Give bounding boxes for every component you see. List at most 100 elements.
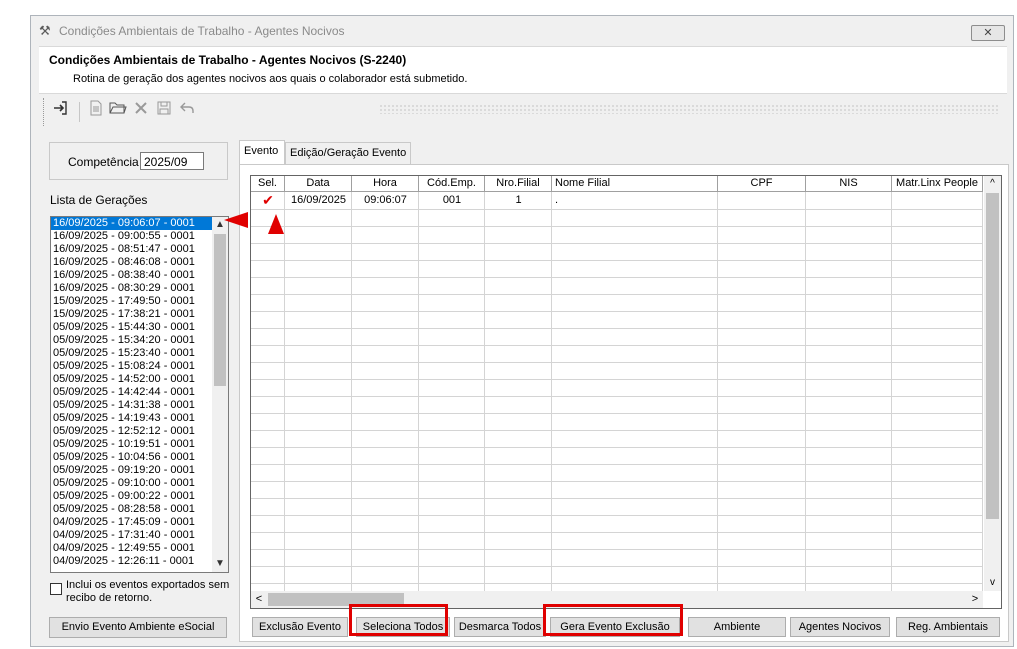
- list-item[interactable]: 05/09/2025 - 09:10:00 - 0001: [51, 477, 228, 490]
- list-item[interactable]: 04/09/2025 - 17:45:09 - 0001: [51, 516, 228, 529]
- grid-cell-nro-filial[interactable]: 1: [485, 192, 552, 209]
- grid-hline: [251, 294, 983, 295]
- competencia-input[interactable]: 2025/09: [140, 152, 204, 170]
- grid-scroll-down-icon[interactable]: v: [984, 575, 1001, 591]
- grid-hline: [251, 243, 983, 244]
- grid-hline: [251, 447, 983, 448]
- list-item[interactable]: 05/09/2025 - 14:52:00 - 0001: [51, 373, 228, 386]
- toolbar-grip[interactable]: [43, 98, 46, 126]
- events-grid[interactable]: Sel. Data Hora Cód.Emp. Nro.Filial Nome Filia…: [250, 175, 1002, 609]
- exit-icon[interactable]: [49, 100, 71, 122]
- annotation-arrow-left-icon: [224, 212, 248, 228]
- list-item[interactable]: 05/09/2025 - 14:19:43 - 0001: [51, 412, 228, 425]
- grid-hline: [251, 566, 983, 567]
- toolbar-pattern: [379, 104, 999, 114]
- list-item[interactable]: 16/09/2025 - 09:00:55 - 0001: [51, 230, 228, 243]
- scroll-down-icon[interactable]: ▼: [212, 556, 228, 572]
- list-item[interactable]: 04/09/2025 - 12:26:11 - 0001: [51, 555, 228, 568]
- open-folder-icon[interactable]: [107, 100, 129, 122]
- window-title: Condições Ambientais de Trabalho - Agent…: [59, 24, 345, 38]
- close-button[interactable]: ✕: [971, 25, 1005, 41]
- grid-vertical-scrollbar[interactable]: ^ v: [984, 176, 1001, 591]
- scroll-thumb[interactable]: [214, 234, 226, 386]
- grid-header-data[interactable]: Data: [285, 176, 352, 192]
- main-window: ⚒ Condições Ambientais de Trabalho - Age…: [30, 15, 1014, 647]
- grid-hline: [251, 260, 983, 261]
- undo-icon[interactable]: [176, 100, 198, 122]
- ambiente-button[interactable]: Ambiente: [688, 617, 786, 637]
- header-title: Condições Ambientais de Trabalho - Agent…: [49, 53, 407, 67]
- list-item[interactable]: 04/09/2025 - 17:31:40 - 0001: [51, 529, 228, 542]
- inclui-eventos-checkbox[interactable]: [50, 583, 62, 595]
- delete-icon[interactable]: [130, 100, 152, 122]
- reg-ambientais-button[interactable]: Reg. Ambientais: [896, 617, 1000, 637]
- list-item[interactable]: 16/09/2025 - 08:46:08 - 0001: [51, 256, 228, 269]
- list-item[interactable]: 05/09/2025 - 15:23:40 - 0001: [51, 347, 228, 360]
- header-subtitle: Rotina de geração dos agentes nocivos ao…: [73, 73, 468, 85]
- title-bar[interactable]: ⚒ Condições Ambientais de Trabalho - Age…: [31, 16, 1013, 46]
- grid-cell-cod-emp[interactable]: 001: [419, 192, 485, 209]
- agentes-nocivos-button[interactable]: Agentes Nocivos: [790, 617, 890, 637]
- grid-hline: [251, 515, 983, 516]
- list-item[interactable]: 15/09/2025 - 17:38:21 - 0001: [51, 308, 228, 321]
- grid-cell-cpf[interactable]: [718, 192, 806, 209]
- grid-header-hora[interactable]: Hora: [352, 176, 419, 192]
- tab-evento[interactable]: Evento: [239, 140, 285, 164]
- grid-hline: [251, 532, 983, 533]
- grid-hline: [251, 362, 983, 363]
- list-scrollbar[interactable]: ▲ ▼: [212, 217, 228, 572]
- lista-geracoes-listbox[interactable]: 16/09/2025 - 09:06:07 - 0001 16/09/2025 -…: [50, 216, 229, 573]
- list-item[interactable]: 05/09/2025 - 15:08:24 - 0001: [51, 360, 228, 373]
- list-item[interactable]: 05/09/2025 - 12:52:12 - 0001: [51, 425, 228, 438]
- list-item[interactable]: 05/09/2025 - 08:28:58 - 0001: [51, 503, 228, 516]
- list-item[interactable]: 05/09/2025 - 09:00:22 - 0001: [51, 490, 228, 503]
- grid-cell-nis[interactable]: [806, 192, 892, 209]
- grid-header-nome-filial[interactable]: Nome Filial: [552, 176, 718, 192]
- lista-items: 16/09/2025 - 09:06:07 - 0001 16/09/2025 -…: [51, 217, 228, 568]
- grid-vscroll-thumb[interactable]: [986, 193, 999, 519]
- grid-header-cpf[interactable]: CPF: [718, 176, 806, 192]
- grid-cell-matr[interactable]: [892, 192, 983, 209]
- grid-header-cod-emp[interactable]: Cód.Emp.: [419, 176, 485, 192]
- grid-hline: [251, 379, 983, 380]
- grid-hline: [251, 430, 983, 431]
- exclusao-evento-button[interactable]: Exclusão Evento: [252, 617, 348, 637]
- list-item[interactable]: 05/09/2025 - 14:31:38 - 0001: [51, 399, 228, 412]
- grid-scroll-right-icon[interactable]: >: [967, 591, 983, 608]
- save-icon[interactable]: [153, 100, 175, 122]
- grid-hline: [251, 328, 983, 329]
- list-item[interactable]: 05/09/2025 - 15:34:20 - 0001: [51, 334, 228, 347]
- list-item[interactable]: 05/09/2025 - 14:42:44 - 0001: [51, 386, 228, 399]
- tab-edicao-geracao[interactable]: Edição/Geração Evento: [285, 142, 411, 164]
- grid-header-sel[interactable]: Sel.: [251, 176, 285, 192]
- list-item[interactable]: 04/09/2025 - 12:49:55 - 0001: [51, 542, 228, 555]
- grid-hline: [251, 396, 983, 397]
- grid-cell-sel[interactable]: ✔: [251, 192, 285, 209]
- highlight-seleciona-todos: [349, 604, 448, 636]
- grid-cell-nome-filial[interactable]: .: [552, 192, 721, 209]
- lista-geracoes-label: Lista de Gerações: [50, 193, 148, 207]
- grid-hline: [251, 345, 983, 346]
- list-item[interactable]: 16/09/2025 - 09:06:07 - 0001: [51, 217, 228, 231]
- list-item[interactable]: 15/09/2025 - 17:49:50 - 0001: [51, 295, 228, 308]
- list-item[interactable]: 05/09/2025 - 10:19:51 - 0001: [51, 438, 228, 451]
- header-panel: Condições Ambientais de Trabalho - Agent…: [39, 46, 1007, 94]
- new-document-icon[interactable]: [85, 100, 107, 122]
- grid-hline: [251, 209, 983, 210]
- grid-header-matr[interactable]: Matr.Linx People: [892, 176, 983, 192]
- list-item[interactable]: 16/09/2025 - 08:30:29 - 0001: [51, 282, 228, 295]
- desmarca-todos-button[interactable]: Desmarca Todos: [454, 617, 546, 637]
- grid-header-nis[interactable]: NIS: [806, 176, 892, 192]
- grid-scroll-left-icon[interactable]: <: [251, 591, 267, 608]
- grid-hline: [251, 311, 983, 312]
- grid-cell-hora[interactable]: 09:06:07: [352, 192, 419, 209]
- list-item[interactable]: 05/09/2025 - 10:04:56 - 0001: [51, 451, 228, 464]
- grid-header-nro-filial[interactable]: Nro.Filial: [485, 176, 552, 192]
- grid-scroll-up-icon[interactable]: ^: [984, 176, 1001, 192]
- list-item[interactable]: 16/09/2025 - 08:38:40 - 0001: [51, 269, 228, 282]
- grid-cell-data[interactable]: 16/09/2025: [285, 192, 352, 209]
- envio-evento-button[interactable]: Envio Evento Ambiente eSocial: [49, 617, 227, 638]
- list-item[interactable]: 05/09/2025 - 15:44:30 - 0001: [51, 321, 228, 334]
- list-item[interactable]: 05/09/2025 - 09:19:20 - 0001: [51, 464, 228, 477]
- list-item[interactable]: 16/09/2025 - 08:51:47 - 0001: [51, 243, 228, 256]
